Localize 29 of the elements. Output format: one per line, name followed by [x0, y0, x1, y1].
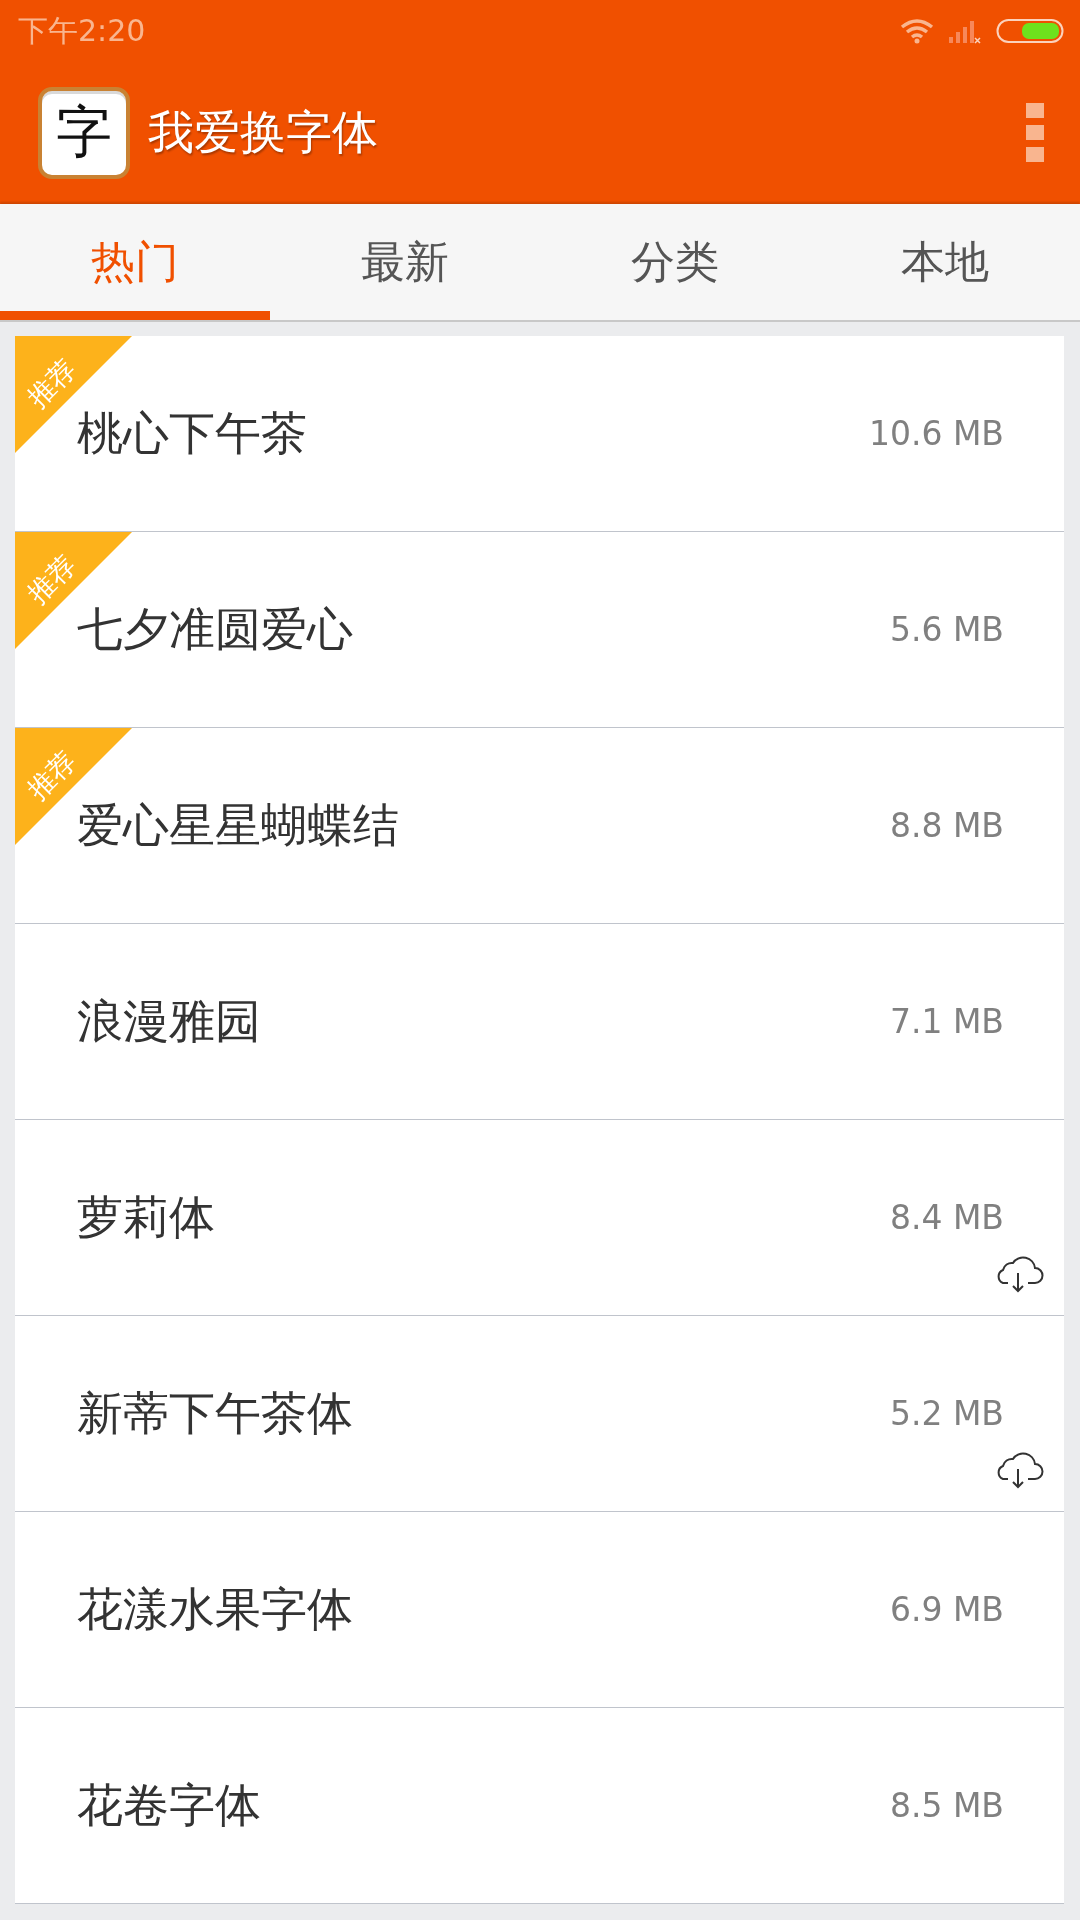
font-list-item[interactable]: 推荐 桃心下午茶 10.6 MB: [15, 336, 1064, 532]
font-size: 8.5 MB: [889, 1786, 1004, 1825]
font-name: 花卷字体: [77, 1776, 262, 1834]
font-list-item[interactable]: 花漾水果字体 6.9 MB: [15, 1512, 1064, 1708]
app-title: 我爱换字体: [148, 104, 379, 161]
font-size: 8.8 MB: [889, 806, 1004, 845]
font-name: 萝莉体: [77, 1188, 216, 1246]
font-list-item[interactable]: 花卷字体 8.5 MB: [15, 1708, 1064, 1904]
font-name: 新蒂下午茶体: [77, 1384, 354, 1442]
font-size: 7.1 MB: [889, 1002, 1004, 1041]
app-icon: 字: [38, 87, 130, 179]
tab[interactable]: 分类: [540, 204, 810, 320]
font-size: 5.6 MB: [889, 610, 1004, 649]
font-size: 8.4 MB: [889, 1198, 1004, 1237]
font-size: 6.9 MB: [889, 1590, 1004, 1629]
font-list-item[interactable]: 推荐 七夕准圆爱心 5.6 MB: [15, 532, 1064, 728]
font-list-item[interactable]: 新蒂下午茶体 5.2 MB: [15, 1316, 1064, 1512]
font-size: 5.2 MB: [889, 1394, 1004, 1433]
tab[interactable]: 本地: [810, 204, 1080, 320]
font-name: 浪漫雅园: [77, 992, 262, 1050]
font-list-item[interactable]: 推荐 爱心星星蝴蝶结 8.8 MB: [15, 728, 1064, 924]
battery-icon: [996, 17, 1064, 45]
font-name: 花漾水果字体: [77, 1580, 354, 1638]
status-time: 下午2:20: [18, 11, 146, 50]
font-list-item[interactable]: 萝莉体 8.4 MB: [15, 1120, 1064, 1316]
tab[interactable]: 最新: [270, 204, 540, 320]
font-size: 10.6 MB: [868, 414, 1004, 453]
wifi-icon: [900, 18, 934, 44]
font-list-item[interactable]: 浪漫雅园 7.1 MB: [15, 924, 1064, 1120]
